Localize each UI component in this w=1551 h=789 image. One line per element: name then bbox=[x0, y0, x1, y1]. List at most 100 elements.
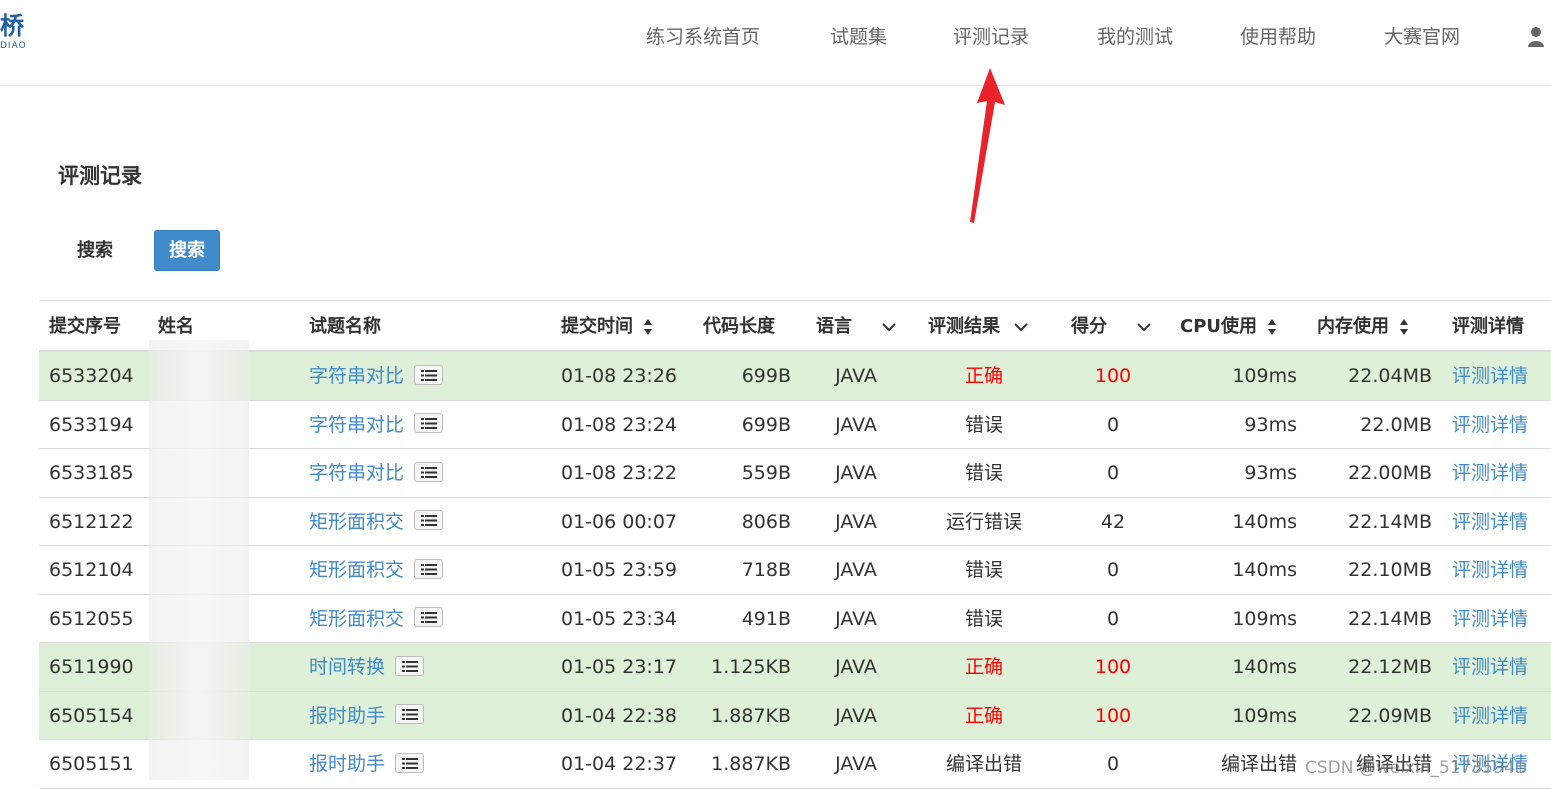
detail-link[interactable]: 评测详情 bbox=[1452, 449, 1528, 497]
problem-link[interactable]: 矩形面积交 bbox=[309, 608, 404, 630]
score: 0 bbox=[1106, 413, 1120, 436]
header-cpu[interactable]: CPU使用 bbox=[1180, 301, 1277, 352]
header-score[interactable]: 得分 bbox=[1071, 301, 1151, 352]
code-length: 1.887KB bbox=[711, 753, 791, 775]
list-icon[interactable] bbox=[414, 413, 444, 433]
judge-result: 错误 bbox=[964, 462, 1003, 484]
list-icon[interactable] bbox=[395, 655, 425, 676]
header-result[interactable]: 评测结果 bbox=[928, 301, 1028, 352]
memory-usage: 22.10MB bbox=[1348, 559, 1432, 581]
submission-id: 6533194 bbox=[49, 413, 134, 436]
header-lang-label: 语言 bbox=[816, 316, 852, 337]
list-icon[interactable] bbox=[414, 558, 444, 579]
detail-link[interactable]: 评测详情 bbox=[1452, 352, 1528, 400]
judge-result: 编译出错 bbox=[945, 753, 1022, 775]
language: JAVA bbox=[835, 510, 877, 533]
header-cpu-label: CPU使用 bbox=[1180, 316, 1258, 337]
language: JAVA bbox=[835, 753, 877, 775]
detail-link[interactable]: 评测详情 bbox=[1452, 643, 1528, 691]
nav-item-contest-site[interactable]: 大赛官网 bbox=[1384, 22, 1460, 52]
table-row: 6511990 时间转换 01-05 23:17 1.125KB JAVA 正确 100 14… bbox=[39, 643, 1551, 692]
chevron-down-icon bbox=[882, 323, 896, 332]
language: JAVA bbox=[835, 704, 877, 727]
list-icon[interactable] bbox=[414, 461, 444, 482]
logo[interactable]: 桥 DIAO bbox=[0, 12, 27, 51]
detail-link[interactable]: 评测详情 bbox=[1452, 498, 1528, 546]
logo-subtext: DIAO bbox=[0, 41, 27, 51]
name-column-blur bbox=[149, 340, 249, 780]
language: JAVA bbox=[835, 607, 877, 630]
submit-time: 01-05 23:34 bbox=[561, 607, 678, 630]
problem-link[interactable]: 矩形面积交 bbox=[309, 511, 404, 533]
score: 0 bbox=[1106, 462, 1120, 484]
score: 100 bbox=[1094, 656, 1132, 678]
table-row: 6512055 矩形面积交 01-05 23:34 491B JAVA 错误 0 109ms 2… bbox=[39, 595, 1551, 643]
submit-time: 01-08 23:26 bbox=[561, 365, 678, 387]
watermark: CSDN @weixin_51735941 bbox=[1305, 758, 1526, 778]
memory-usage: 22.00MB bbox=[1348, 462, 1432, 484]
cpu-usage: 109ms bbox=[1232, 365, 1297, 387]
cpu-usage: 140ms bbox=[1232, 510, 1297, 533]
score: 0 bbox=[1106, 607, 1120, 630]
nav-item-help[interactable]: 使用帮助 bbox=[1240, 22, 1316, 52]
memory-usage: 22.14MB bbox=[1348, 607, 1432, 630]
problem-cell: 时间转换 bbox=[309, 643, 425, 691]
detail-link[interactable]: 评测详情 bbox=[1452, 401, 1528, 449]
problem-link[interactable]: 报时助手 bbox=[309, 705, 385, 727]
problem-cell: 字符串对比 bbox=[309, 401, 444, 449]
submission-id: 6533204 bbox=[49, 365, 134, 387]
memory-usage: 22.12MB bbox=[1348, 656, 1432, 678]
problem-link[interactable]: 字符串对比 bbox=[309, 462, 404, 484]
nav-item-my-tests[interactable]: 我的测试 bbox=[1097, 22, 1173, 52]
header-time[interactable]: 提交时间 bbox=[561, 301, 653, 352]
score: 42 bbox=[1100, 510, 1126, 533]
code-length: 1.125KB bbox=[711, 656, 791, 678]
code-length: 559B bbox=[741, 462, 791, 484]
list-icon[interactable] bbox=[395, 704, 425, 724]
problem-link[interactable]: 矩形面积交 bbox=[309, 559, 404, 581]
list-icon[interactable] bbox=[414, 510, 444, 530]
score: 0 bbox=[1106, 753, 1120, 775]
memory-usage: 22.04MB bbox=[1348, 365, 1432, 387]
judge-result: 正确 bbox=[964, 704, 1003, 727]
chevron-down-icon bbox=[1137, 323, 1151, 332]
list-icon[interactable] bbox=[414, 607, 444, 627]
submission-id: 6505151 bbox=[49, 753, 134, 775]
code-length: 491B bbox=[741, 607, 791, 630]
memory-usage: 22.09MB bbox=[1348, 704, 1432, 727]
header-result-label: 评测结果 bbox=[928, 316, 1000, 337]
header-time-label: 提交时间 bbox=[561, 316, 633, 337]
language: JAVA bbox=[835, 413, 877, 436]
header-lang[interactable]: 语言 bbox=[816, 301, 896, 352]
header-mem[interactable]: 内存使用 bbox=[1317, 301, 1409, 352]
code-length: 718B bbox=[741, 559, 791, 581]
nav-item-judge-records[interactable]: 评测记录 bbox=[953, 22, 1029, 52]
detail-link[interactable]: 评测详情 bbox=[1452, 595, 1528, 643]
sort-icon bbox=[1400, 319, 1408, 335]
problem-link[interactable]: 字符串对比 bbox=[309, 414, 404, 436]
problem-link[interactable]: 报时助手 bbox=[309, 753, 385, 775]
language: JAVA bbox=[835, 462, 877, 484]
problem-link[interactable]: 时间转换 bbox=[309, 656, 385, 678]
search-button[interactable]: 搜索 bbox=[154, 230, 220, 271]
search-label: 搜索 bbox=[77, 240, 113, 261]
table-row: 6533204 字符串对比 01-08 23:26 699B JAVA 正确 100 109m… bbox=[39, 352, 1551, 401]
nav-item-problem-set[interactable]: 试题集 bbox=[830, 22, 887, 52]
detail-link[interactable]: 评测详情 bbox=[1452, 546, 1528, 594]
list-icon[interactable] bbox=[414, 364, 444, 385]
score: 100 bbox=[1094, 704, 1132, 727]
judge-result: 正确 bbox=[964, 656, 1003, 678]
nav-item-home[interactable]: 练习系统首页 bbox=[646, 22, 760, 52]
cpu-usage: 编译出错 bbox=[1220, 753, 1297, 775]
judge-result: 错误 bbox=[964, 559, 1003, 581]
top-navbar: 桥 DIAO 练习系统首页 试题集 评测记录 我的测试 使用帮助 大赛官网 bbox=[0, 0, 1551, 86]
language: JAVA bbox=[835, 656, 877, 678]
detail-link[interactable]: 评测详情 bbox=[1452, 692, 1528, 740]
score: 100 bbox=[1094, 365, 1132, 387]
problem-link[interactable]: 字符串对比 bbox=[309, 365, 404, 387]
page-title: 评测记录 bbox=[58, 164, 142, 188]
list-icon[interactable] bbox=[395, 752, 425, 773]
user-icon[interactable] bbox=[1528, 26, 1551, 48]
code-length: 1.887KB bbox=[711, 704, 791, 727]
sort-icon bbox=[1268, 319, 1277, 335]
